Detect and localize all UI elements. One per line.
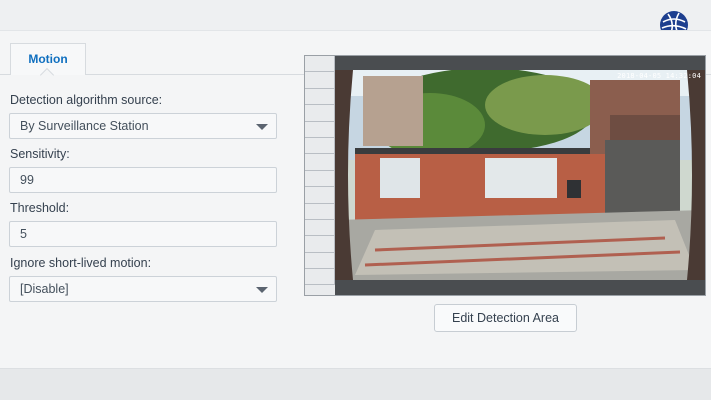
sensitivity-label: Sensitivity: xyxy=(10,147,70,161)
threshold-input[interactable]: 5 xyxy=(9,221,277,247)
algorithm-source-select[interactable]: By Surveillance Station xyxy=(9,113,277,139)
detection-grid-column[interactable] xyxy=(305,56,335,295)
camera-preview: 2018-04-05 14:32:04 xyxy=(304,55,706,296)
preview-bottom-strip xyxy=(335,280,705,295)
algorithm-source-label: Detection algorithm source: xyxy=(10,93,163,107)
sensitivity-value: 99 xyxy=(20,173,34,187)
short-lived-motion-label: Ignore short-lived motion: xyxy=(10,256,152,270)
threshold-value: 5 xyxy=(20,227,27,241)
short-lived-motion-select[interactable]: [Disable] xyxy=(9,276,277,302)
chevron-down-icon xyxy=(256,287,268,293)
camera-image: 2018-04-05 14:32:04 xyxy=(335,70,705,280)
threshold-label: Threshold: xyxy=(10,201,70,215)
camera-timestamp: 2018-04-05 14:32:04 xyxy=(617,72,701,80)
preview-top-strip xyxy=(335,56,705,70)
tab-motion-label: Motion xyxy=(28,52,68,66)
footer-bar xyxy=(0,368,711,400)
edit-detection-area-button[interactable]: Edit Detection Area xyxy=(434,304,577,332)
algorithm-source-value: By Surveillance Station xyxy=(20,119,149,133)
short-lived-motion-value: [Disable] xyxy=(20,282,69,296)
chevron-down-icon xyxy=(256,124,268,130)
camera-scene xyxy=(335,70,705,280)
sensitivity-input[interactable]: 99 xyxy=(9,167,277,193)
top-bar xyxy=(0,0,711,39)
